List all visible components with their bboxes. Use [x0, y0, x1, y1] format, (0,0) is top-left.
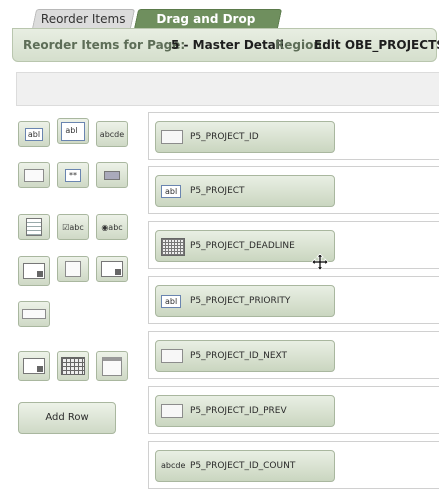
text-field-icon: abl [161, 185, 182, 198]
layout-row[interactable]: abl P5_PROJECT_PRIORITY [148, 276, 439, 324]
item-name: P5_PROJECT_ID_NEXT [190, 351, 288, 361]
shuttle-icon [23, 263, 45, 279]
layout-row[interactable]: P5_PROJECT_ID_PREV [148, 386, 439, 434]
layout-row[interactable]: P5_PROJECT_ID_NEXT [148, 331, 439, 379]
tab-reorder-items-label: Reorder Items [41, 12, 126, 26]
palette-file-browse[interactable] [18, 351, 50, 381]
layout-row[interactable]: P5_PROJECT_ID [148, 112, 439, 160]
display-only-icon: abcde [161, 461, 186, 470]
date-picker-icon [61, 357, 85, 375]
palette-button[interactable] [96, 162, 128, 188]
layout-row[interactable]: abl P5_PROJECT [148, 166, 439, 214]
page-region-header: Reorder Items for Page: 5 - Master Detai… [12, 28, 439, 62]
layout-item-p5-project-id-count[interactable]: abcde P5_PROJECT_ID_COUNT [155, 450, 335, 482]
tab-reorder-items[interactable]: Reorder Items [31, 9, 136, 29]
palette-radio[interactable]: ◉abc [96, 214, 128, 240]
hidden-field-icon [161, 349, 183, 363]
multi-select-icon [22, 309, 46, 319]
item-name: P5_PROJECT_DEADLINE [190, 241, 295, 251]
select-list-icon [101, 261, 123, 277]
palette-checkbox[interactable]: ☑abc [57, 214, 89, 240]
date-picker-icon [161, 238, 185, 256]
layout-row[interactable]: abcde P5_PROJECT_ID_COUNT [148, 441, 439, 489]
hidden-field-icon [161, 130, 183, 144]
text-field-icon: abl [24, 127, 44, 141]
item-name: P5_PROJECT_ID_COUNT [190, 461, 296, 471]
stop-and-start-icon [102, 356, 122, 376]
radio-icon-label: abc [108, 222, 123, 232]
add-row-button[interactable]: Add Row [18, 402, 116, 434]
text-field-icon: abl [161, 295, 182, 308]
drop-zone-band[interactable] [16, 72, 439, 106]
file-browse-icon [23, 358, 45, 374]
popup-lov-icon [65, 261, 81, 277]
palette-select-list[interactable] [96, 256, 128, 282]
page-value: 5 - Master Detail [171, 38, 284, 52]
palette-textarea[interactable]: abl [57, 118, 89, 144]
checkbox-icon-label: abc [69, 222, 84, 232]
hidden-field-icon [24, 168, 44, 182]
layout-item-p5-project-id-prev[interactable]: P5_PROJECT_ID_PREV [155, 395, 335, 427]
page-label: Reorder Items for Page: [23, 38, 186, 52]
item-name: P5_PROJECT [190, 186, 245, 196]
checkbox-icon: ☑abc [62, 222, 84, 232]
palette-html-editor[interactable] [18, 214, 50, 240]
textarea-icon: abl [61, 121, 85, 141]
layout-item-p5-project-priority[interactable]: abl P5_PROJECT_PRIORITY [155, 285, 335, 317]
region-value: Edit OBE_PROJECTS [314, 38, 439, 52]
item-name: P5_PROJECT_ID_PREV [190, 406, 287, 416]
palette-stop-and-start[interactable] [96, 351, 128, 381]
layout-item-p5-project[interactable]: abl P5_PROJECT [155, 175, 335, 207]
layout-item-p5-project-id-next[interactable]: P5_PROJECT_ID_NEXT [155, 340, 335, 372]
palette-hidden-field[interactable] [18, 162, 50, 188]
palette-multi-select[interactable] [18, 301, 50, 327]
layout-item-p5-project-deadline[interactable]: P5_PROJECT_DEADLINE [155, 230, 335, 262]
palette-password[interactable]: ** [57, 162, 89, 188]
move-cursor-icon [311, 253, 329, 271]
palette-shuttle[interactable] [18, 256, 50, 286]
layout-item-p5-project-id[interactable]: P5_PROJECT_ID [155, 121, 335, 153]
layout-row[interactable]: P5_PROJECT_DEADLINE [148, 221, 439, 269]
palette-popup-lov[interactable] [57, 256, 89, 282]
palette-date-picker[interactable] [57, 351, 89, 381]
item-name: P5_PROJECT_PRIORITY [190, 296, 291, 306]
palette-text-field[interactable]: abl [18, 121, 50, 147]
tab-drag-and-drop-layout[interactable]: Drag and Drop Layout [133, 9, 283, 45]
display-only-icon: abcde [99, 129, 125, 139]
button-icon [104, 170, 120, 180]
password-field-icon: ** [65, 168, 81, 182]
hidden-field-icon [161, 404, 183, 418]
html-editor-icon [26, 218, 42, 236]
radio-icon: ◉abc [101, 222, 123, 232]
palette-display-only[interactable]: abcde [96, 121, 128, 147]
item-name: P5_PROJECT_ID [190, 132, 259, 142]
